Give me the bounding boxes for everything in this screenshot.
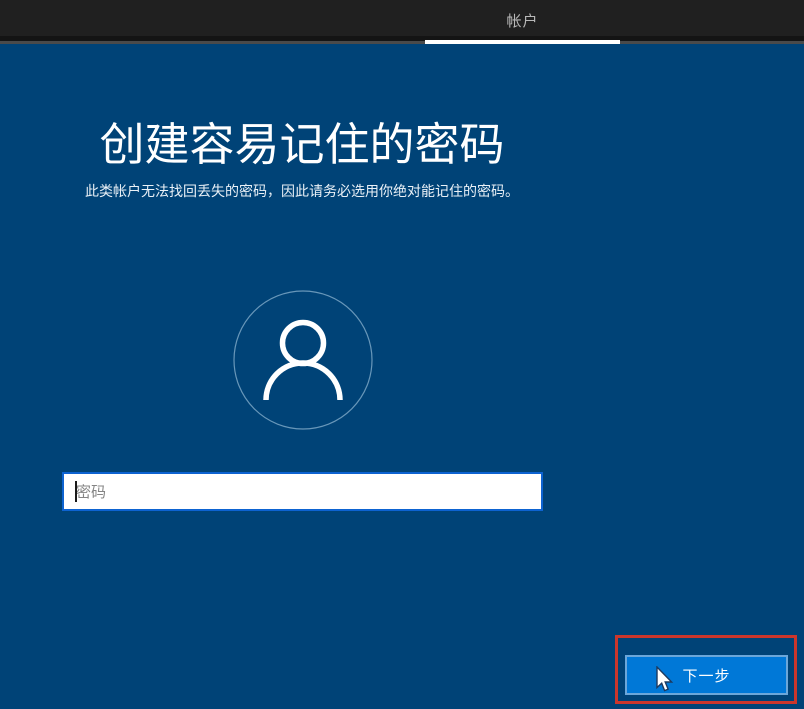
next-button-label: 下一步 (682, 665, 730, 686)
oobe-password-screen: { "header": { "tab_label": "帐户" }, "main… (0, 0, 804, 709)
page-subtitle: 此类帐户无法找回丢失的密码，因此请务必选用你绝对能记住的密码。 (40, 183, 564, 201)
tab-account-label: 帐户 (506, 10, 538, 31)
tab-account[interactable]: 帐户 (425, 0, 620, 41)
page-title: 创建容易记住的密码 (42, 118, 562, 172)
user-avatar-icon (233, 290, 373, 430)
password-input[interactable] (62, 472, 543, 511)
password-field-wrap (62, 472, 543, 511)
tab-active-underline (425, 40, 620, 44)
next-button[interactable]: 下一步 (625, 655, 788, 695)
titlebar: 帐户 (0, 0, 804, 44)
